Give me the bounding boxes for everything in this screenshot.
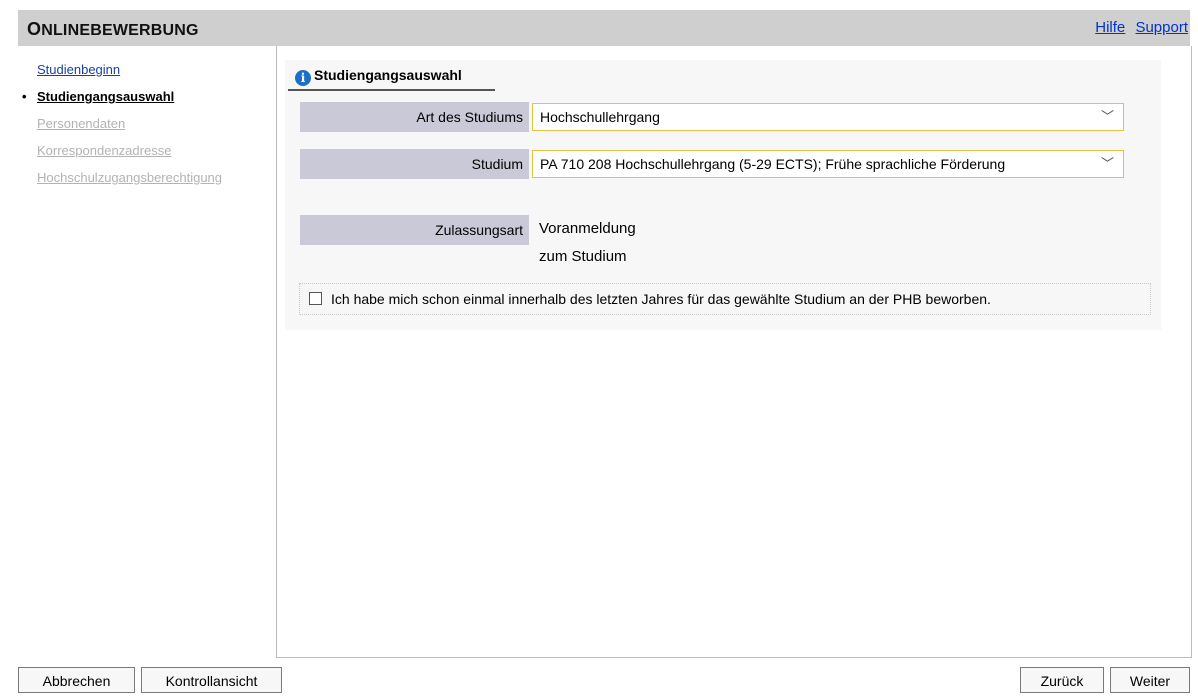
art-des-studiums-select[interactable]: Hochschullehrgang ﹀	[532, 103, 1124, 131]
sidebar-item-personendaten: Personendaten	[18, 110, 274, 137]
sidebar-item-label: Studiengangsauswahl	[37, 89, 175, 104]
zulassungsart-label: Zulassungsart	[300, 215, 529, 245]
tab-studiengangsauswahl: i Studiengangsauswahl	[288, 65, 495, 91]
chevron-down-icon: ﹀	[1100, 109, 1114, 124]
studium-value: PA 710 208 Hochschullehrgang (5-29 ECTS)…	[540, 156, 1006, 172]
sidebar-item-label[interactable]: Studienbeginn	[37, 62, 120, 77]
app-title-rest: NLINEBEWERBUNG	[41, 22, 199, 39]
tab-label: Studiengangsauswahl	[314, 67, 462, 83]
sidebar-item-hochschulzugangsberechtigung: Hochschulzugangsberechtigung	[18, 164, 274, 191]
control-view-button[interactable]: Kontrollansicht	[141, 667, 282, 693]
zulassungsart-value: Voranmeldung zum Studium	[539, 220, 636, 265]
studium-label: Studium	[300, 149, 529, 179]
next-button[interactable]: Weiter	[1110, 667, 1190, 693]
info-icon: i	[295, 70, 311, 86]
sidebar-item-studienbeginn[interactable]: Studienbeginn	[18, 56, 274, 83]
studium-select[interactable]: PA 710 208 Hochschullehrgang (5-29 ECTS)…	[532, 150, 1124, 178]
app-title: ONLINEBEWERBUNG	[27, 19, 199, 40]
current-step-bullet: •	[22, 89, 27, 104]
sidebar-item-label: Hochschulzugangsberechtigung	[37, 170, 223, 185]
chevron-down-icon: ﹀	[1100, 156, 1114, 171]
app-title-initial: O	[27, 19, 42, 39]
previous-application-label[interactable]: Ich habe mich schon einmal innerhalb des…	[331, 284, 991, 314]
header-links: Hilfe Support	[1089, 19, 1188, 36]
art-des-studiums-value: Hochschullehrgang	[540, 109, 660, 125]
art-des-studiums-label: Art des Studiums	[300, 102, 529, 132]
main-content: i Studiengangsauswahl Art des Studiums Ho…	[276, 46, 1192, 658]
support-link[interactable]: Support	[1135, 19, 1188, 36]
sidebar-item-korrespondenzadresse: Korrespondenzadresse	[18, 137, 274, 164]
sidebar-nav: Studienbeginn • Studiengangsauswahl Pers…	[18, 56, 274, 191]
cancel-button[interactable]: Abbrechen	[18, 667, 135, 693]
form-panel: i Studiengangsauswahl Art des Studiums Ho…	[285, 60, 1161, 330]
help-link[interactable]: Hilfe	[1095, 19, 1125, 36]
sidebar-item-studiengangsauswahl: • Studiengangsauswahl	[18, 83, 274, 110]
previous-application-checkbox[interactable]	[309, 292, 322, 305]
sidebar-item-label: Personendaten	[37, 116, 126, 131]
previous-application-row: Ich habe mich schon einmal innerhalb des…	[299, 283, 1151, 315]
back-button[interactable]: Zurück	[1020, 667, 1104, 693]
sidebar-item-label: Korrespondenzadresse	[37, 143, 172, 158]
app-header: ONLINEBEWERBUNG Hilfe Support	[18, 10, 1190, 46]
